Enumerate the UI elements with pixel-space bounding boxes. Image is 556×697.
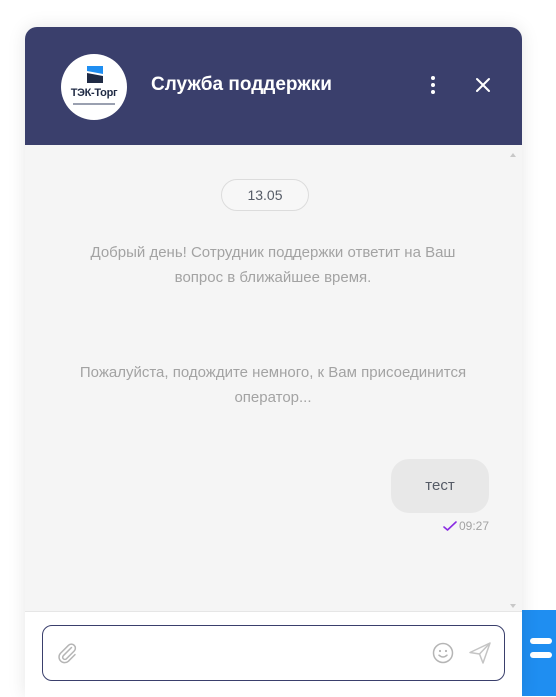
chat-header: ТЭК-Торг Служба поддержки [25, 27, 522, 145]
close-icon[interactable] [471, 73, 495, 97]
logo-text: ТЭК-Торг [70, 87, 118, 99]
smile-icon[interactable] [431, 641, 455, 665]
more-vertical-icon[interactable] [421, 71, 443, 99]
check-icon [443, 520, 457, 531]
launcher-bar [530, 652, 552, 658]
system-message: Пожалуйста, подождите немного, к Вам при… [79, 364, 467, 406]
message-composer [25, 611, 522, 697]
user-message-bubble: тест [391, 459, 489, 513]
paperclip-icon[interactable] [55, 641, 79, 665]
system-message: Добрый день! Сотрудник поддержки ответит… [90, 244, 456, 286]
send-icon[interactable] [467, 640, 493, 666]
logo-flag-icon [87, 66, 103, 83]
company-logo: ТЭК-Торг [61, 54, 127, 120]
chat-widget: ТЭК-Торг Служба поддержки 13.05 Добрый д… [25, 27, 522, 697]
message-input[interactable] [89, 640, 419, 666]
logo-underline [73, 103, 115, 105]
launcher-bar [530, 638, 552, 644]
message-list[interactable]: 13.05 Добрый день! Сотрудник поддержки о… [25, 145, 522, 611]
page: ТЭК-Торг Служба поддержки 13.05 Добрый д… [0, 0, 556, 697]
scroll-down-icon[interactable] [510, 604, 516, 608]
message-input-box [42, 625, 505, 681]
date-separator: 13.05 [221, 179, 309, 211]
message-meta: 09:27 [425, 517, 489, 535]
message-time: 09:27 [458, 518, 489, 533]
scroll-up-icon[interactable] [510, 153, 516, 157]
chat-title: Служба поддержки [151, 74, 332, 95]
